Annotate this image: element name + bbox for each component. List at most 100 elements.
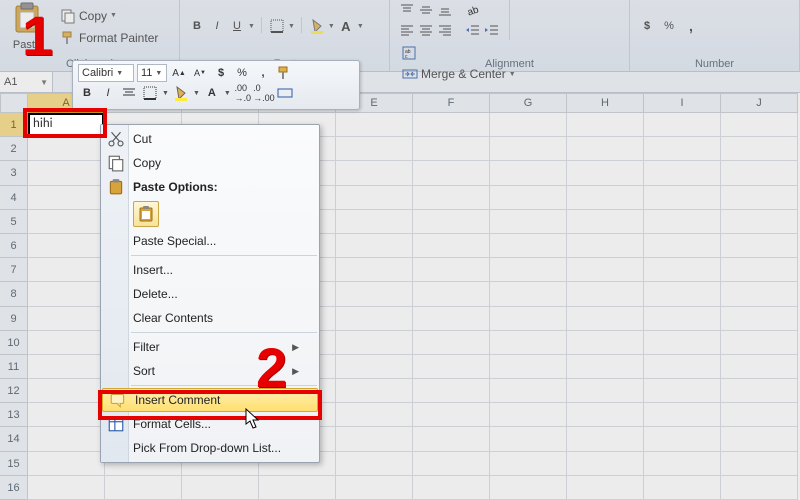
cell[interactable]: [644, 476, 721, 500]
menu-insert[interactable]: Insert...: [101, 258, 319, 282]
cell[interactable]: [721, 210, 798, 234]
cell[interactable]: [28, 137, 105, 161]
cell[interactable]: [721, 113, 798, 137]
cell[interactable]: [644, 452, 721, 476]
cell[interactable]: [567, 355, 644, 379]
cell[interactable]: [490, 161, 567, 185]
cell[interactable]: [721, 355, 798, 379]
menu-pick-from-list[interactable]: Pick From Drop-down List...: [101, 436, 319, 460]
row-header[interactable]: 11: [0, 355, 28, 379]
mini-inc-decimal[interactable]: .0→.00: [255, 84, 273, 102]
mini-font-name[interactable]: Calibri▼: [78, 64, 134, 82]
column-header[interactable]: I: [644, 93, 721, 113]
cell[interactable]: [721, 186, 798, 210]
cell[interactable]: [336, 234, 413, 258]
cell[interactable]: [567, 161, 644, 185]
row-header[interactable]: 10: [0, 331, 28, 355]
row-header[interactable]: 15: [0, 452, 28, 476]
cell[interactable]: [413, 282, 490, 306]
cell[interactable]: [721, 137, 798, 161]
mini-font-color[interactable]: A: [203, 84, 221, 102]
cell[interactable]: [336, 307, 413, 331]
column-header[interactable]: F: [413, 93, 490, 113]
italic-button[interactable]: I: [208, 17, 226, 35]
cell[interactable]: [336, 379, 413, 403]
cell[interactable]: [567, 282, 644, 306]
indent-inc-button[interactable]: [483, 21, 501, 39]
cell[interactable]: [721, 234, 798, 258]
cell[interactable]: [413, 210, 490, 234]
cell[interactable]: [490, 307, 567, 331]
cell[interactable]: [644, 113, 721, 137]
cell[interactable]: [644, 258, 721, 282]
cell[interactable]: [644, 331, 721, 355]
cell[interactable]: [490, 186, 567, 210]
menu-paste-special[interactable]: Paste Special...: [101, 229, 319, 253]
cell[interactable]: [105, 476, 182, 500]
copy-button[interactable]: Copy ▼: [56, 6, 162, 26]
row-header[interactable]: 4: [0, 186, 28, 210]
cell[interactable]: [721, 258, 798, 282]
mini-font-size[interactable]: 11▼: [137, 64, 167, 82]
cell[interactable]: [28, 234, 105, 258]
cell[interactable]: [336, 355, 413, 379]
cell[interactable]: [413, 186, 490, 210]
cell[interactable]: [28, 476, 105, 500]
cell[interactable]: [721, 427, 798, 451]
cell[interactable]: [413, 331, 490, 355]
cell[interactable]: [721, 331, 798, 355]
column-header[interactable]: J: [721, 93, 798, 113]
cell[interactable]: [413, 113, 490, 137]
name-box[interactable]: A1 ▼: [0, 72, 53, 92]
cell[interactable]: [490, 355, 567, 379]
currency-button[interactable]: $: [638, 17, 656, 35]
cell[interactable]: [336, 476, 413, 500]
cell[interactable]: [28, 355, 105, 379]
cell[interactable]: [28, 427, 105, 451]
cell[interactable]: [490, 282, 567, 306]
cell[interactable]: [490, 331, 567, 355]
row-header[interactable]: 6: [0, 234, 28, 258]
menu-clear-contents[interactable]: Clear Contents: [101, 306, 319, 330]
cell[interactable]: [490, 403, 567, 427]
cell[interactable]: [413, 234, 490, 258]
cell[interactable]: [644, 282, 721, 306]
align-left-button[interactable]: [398, 21, 416, 39]
mini-comma[interactable]: ,: [254, 64, 272, 82]
cell[interactable]: [644, 137, 721, 161]
underline-button[interactable]: U: [228, 17, 246, 35]
cell[interactable]: [413, 476, 490, 500]
cell[interactable]: [721, 403, 798, 427]
cell[interactable]: [721, 452, 798, 476]
cell[interactable]: [644, 307, 721, 331]
mini-border[interactable]: [141, 84, 159, 102]
border-button[interactable]: [268, 17, 286, 35]
mini-italic[interactable]: I: [99, 84, 117, 102]
comma-button[interactable]: ,: [682, 17, 700, 35]
cell[interactable]: [28, 282, 105, 306]
cell[interactable]: [413, 355, 490, 379]
format-painter-button[interactable]: Format Painter: [56, 28, 162, 48]
cell[interactable]: [413, 427, 490, 451]
mini-bold[interactable]: B: [78, 84, 96, 102]
mini-fill-color[interactable]: [172, 84, 190, 102]
align-top-button[interactable]: [398, 1, 416, 19]
row-header[interactable]: 3: [0, 161, 28, 185]
menu-delete[interactable]: Delete...: [101, 282, 319, 306]
row-header[interactable]: 5: [0, 210, 28, 234]
cell[interactable]: [413, 137, 490, 161]
cell[interactable]: [413, 403, 490, 427]
cell[interactable]: [336, 186, 413, 210]
cell[interactable]: [336, 161, 413, 185]
mini-dec-decimal[interactable]: .00→.0: [234, 84, 252, 102]
align-right-button[interactable]: [436, 21, 454, 39]
align-center-button[interactable]: [417, 21, 435, 39]
cell[interactable]: [567, 379, 644, 403]
mini-increase-font[interactable]: A▲: [170, 64, 188, 82]
cell[interactable]: [567, 307, 644, 331]
cell[interactable]: [28, 186, 105, 210]
percent-button[interactable]: %: [660, 17, 678, 35]
cell[interactable]: [721, 379, 798, 403]
menu-cut[interactable]: Cut: [101, 127, 319, 151]
cell[interactable]: [721, 307, 798, 331]
